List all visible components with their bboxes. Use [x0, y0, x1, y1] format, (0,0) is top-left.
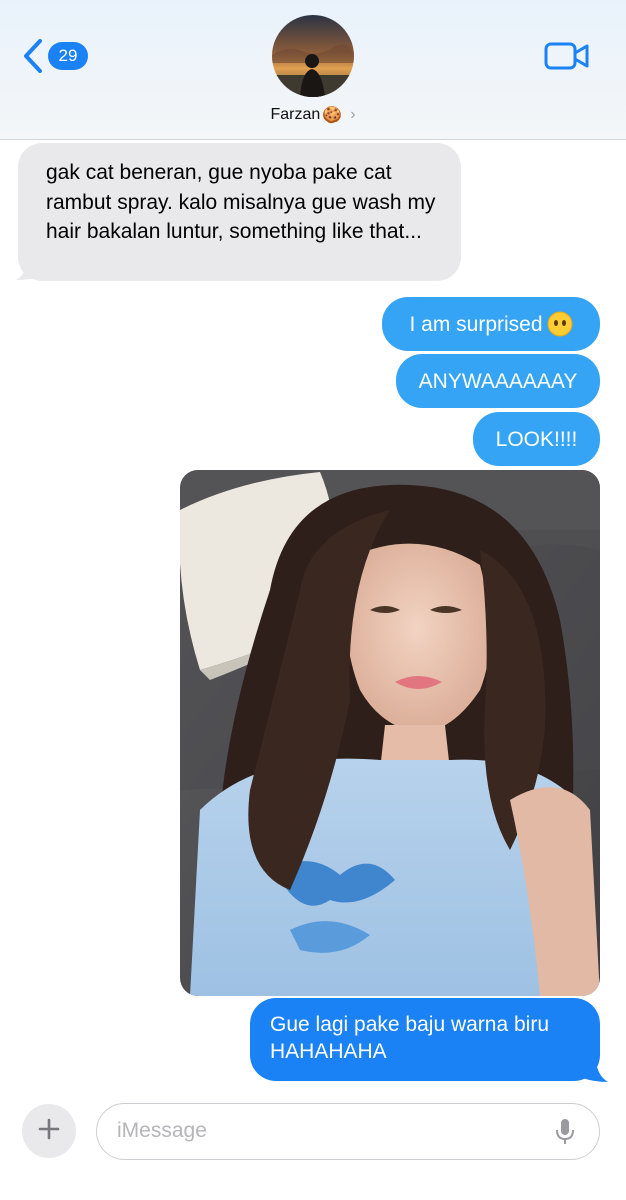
plus-icon	[38, 1118, 60, 1145]
sent-message-bubble[interactable]: LOOK!!!!	[473, 412, 600, 466]
sent-message-bubble[interactable]: ANYWAAAAAAY	[396, 354, 600, 408]
message-text: Gue lagi pake baju warna biru HAHAHAHA	[270, 1013, 550, 1063]
contact-name: Farzan	[270, 106, 321, 123]
microphone-icon[interactable]	[555, 1118, 575, 1151]
sent-message-bubble[interactable]: I am surprised	[382, 297, 600, 351]
cookie-emoji: 🍪	[322, 107, 343, 124]
received-message-bubble[interactable]: gak cat beneran, gue nyoba pake cat ramb…	[18, 143, 461, 281]
apps-plus-button[interactable]	[22, 1104, 76, 1158]
photo-attachment[interactable]	[180, 470, 600, 996]
sent-bubble-tail	[582, 1060, 608, 1082]
facetime-video-button[interactable]	[544, 41, 590, 76]
back-button[interactable]: 29	[22, 36, 88, 76]
imessage-input[interactable]	[117, 1104, 537, 1158]
message-text: LOOK!!!!	[495, 427, 578, 451]
sent-message-bubble[interactable]: Gue lagi pake baju warna biru HAHAHAHA	[250, 998, 600, 1081]
face-without-mouth-emoji	[547, 311, 573, 337]
message-input-container	[96, 1103, 600, 1160]
chevron-left-icon	[22, 38, 44, 74]
message-text: I am surprised	[409, 312, 543, 336]
message-text: gak cat beneran, gue nyoba pake cat ramb…	[46, 161, 436, 243]
conversation-header: 29 Farzan 🍪 ›	[0, 0, 626, 140]
contact-name-button[interactable]: Farzan 🍪 ›	[0, 102, 626, 128]
unread-count-badge: 29	[48, 42, 88, 70]
message-text: ANYWAAAAAAY	[418, 369, 578, 393]
chevron-right-icon: ›	[350, 106, 356, 123]
video-camera-icon	[544, 42, 590, 75]
contact-avatar[interactable]	[272, 15, 354, 97]
